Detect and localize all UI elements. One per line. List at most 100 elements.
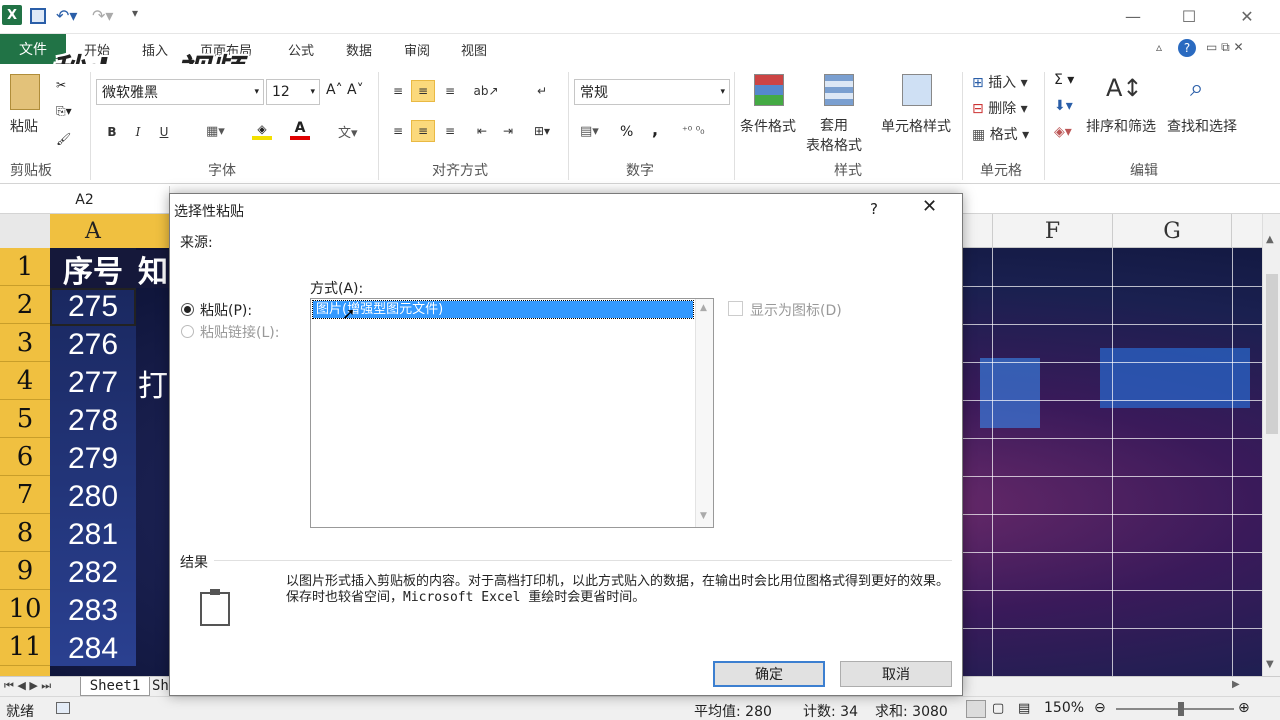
column-header-b[interactable] [136,214,170,248]
merge-center-icon[interactable]: ⊞▾ [530,120,554,142]
paste-radio-label[interactable]: 粘贴(P): [200,300,252,320]
conditional-format-icon[interactable] [754,74,784,106]
orientation-icon[interactable]: ab↗ [473,80,498,102]
cell-styles-button[interactable]: 单元格样式 [881,116,951,136]
sort-filter-icon[interactable]: A↕ [1106,74,1143,102]
cell-a7[interactable]: 280 [50,478,136,516]
tab-view[interactable]: 视图 [461,40,487,60]
scroll-thumb[interactable] [1266,274,1278,434]
paste-radio[interactable] [181,303,194,316]
font-color-icon[interactable]: A [290,120,310,140]
format-painter-icon[interactable]: 🖌 [56,132,71,146]
cell-styles-icon[interactable] [902,74,932,106]
column-header-a[interactable]: A [50,214,136,248]
row-header[interactable]: 3 [0,324,50,362]
cell-a2[interactable]: 275 [50,288,136,326]
list-item[interactable]: 图片(增强型图元文件) [312,300,694,319]
zoom-in-icon[interactable]: ⊕ [1238,700,1250,716]
vertical-scrollbar[interactable]: ▲ ▼ [1262,214,1280,676]
format-cells-button[interactable]: ▦ 格式 ▾ [972,124,1029,144]
cell-a8[interactable]: 281 [50,516,136,554]
list-scroll-up-icon[interactable]: ▲ [700,303,707,313]
paste-as-list[interactable]: 图片(增强型图元文件) ▲ ▼ [310,298,714,528]
name-box[interactable]: A2 [0,186,170,213]
number-format-dropdown[interactable]: 常规 ▾ [574,79,730,105]
sheet-tab-sheet1[interactable]: Sheet1 [80,677,150,696]
dialog-close-icon[interactable]: ✕ [922,196,937,217]
sheet-tab-partial[interactable]: Sh [152,678,169,694]
cell-a10[interactable]: 283 [50,592,136,630]
scroll-up-icon[interactable]: ▲ [1266,234,1274,245]
paste-button[interactable]: 粘贴 [10,116,38,136]
conditional-format-button[interactable]: 条件格式 [740,116,796,136]
align-middle-icon[interactable]: ≡ [411,80,435,102]
minimize-icon[interactable]: — [1118,4,1148,28]
zoom-level[interactable]: 150% [1044,700,1084,716]
row-header[interactable]: 9 [0,552,50,590]
find-select-button[interactable]: 查找和选择 [1167,116,1237,136]
cell-a3[interactable]: 276 [50,326,136,364]
clear-icon[interactable]: ◈▾ [1054,124,1072,140]
row-header[interactable]: 1 [0,248,50,286]
normal-view-icon[interactable] [966,700,986,718]
sheet-nav-icons[interactable]: ⏮ ◀ ▶ ⏭ [4,679,51,693]
cell-b1[interactable]: 知 [136,250,170,289]
list-scrollbar[interactable]: ▲ ▼ [695,299,713,527]
cell-a4[interactable]: 277 [50,364,136,402]
grow-font-icon[interactable]: A˄ A˅ [326,82,364,98]
fill-icon[interactable]: ⬇▾ [1054,98,1073,114]
format-as-table-button[interactable]: 套用 表格格式 [806,116,862,156]
paste-link-radio[interactable] [181,325,194,338]
percent-button[interactable]: % [620,124,633,140]
scroll-down-icon[interactable]: ▼ [1266,659,1274,670]
page-layout-view-icon[interactable]: ▢ [992,701,1004,716]
customize-qat-icon[interactable]: ▾ [132,6,138,20]
insert-cells-button[interactable]: ⊞ 插入 ▾ [972,72,1028,92]
align-right-icon[interactable]: ≡ [438,120,462,142]
row-header[interactable]: 6 [0,438,50,476]
column-header-f[interactable]: F [992,214,1112,248]
cell-a9[interactable]: 282 [50,554,136,592]
fill-color-icon[interactable]: ◈ [252,122,272,140]
align-top-icon[interactable]: ≡ [386,80,410,102]
align-bottom-icon[interactable]: ≡ [438,80,462,102]
sort-filter-button[interactable]: 排序和筛选 [1086,116,1156,136]
ok-button[interactable]: 确定 [713,661,825,687]
list-scroll-down-icon[interactable]: ▼ [700,511,707,521]
save-icon[interactable] [30,8,46,24]
tab-review[interactable]: 审阅 [404,40,430,60]
maximize-icon[interactable]: ☐ [1174,4,1204,28]
format-as-table-icon[interactable] [824,74,854,106]
collapse-ribbon-icon[interactable]: ▵ [1156,40,1162,54]
cut-icon[interactable]: ✂ [56,78,66,92]
zoom-slider[interactable] [1116,708,1234,710]
bold-button[interactable]: B [100,121,124,143]
tab-formulas[interactable]: 公式 [288,40,314,60]
zoom-slider-thumb[interactable] [1178,702,1184,716]
row-header[interactable]: 5 [0,400,50,438]
decrease-indent-icon[interactable]: ⇤ [470,120,494,142]
borders-icon[interactable]: ▦▾ [206,124,225,139]
align-left-icon[interactable]: ≡ [386,120,410,142]
row-header[interactable]: 11 [0,628,50,666]
help-icon[interactable]: ? [1178,39,1196,57]
macro-record-icon[interactable] [56,702,70,714]
ribbon-minimize-icon[interactable]: ▭ ⧉ ✕ [1206,40,1244,55]
cell-a1[interactable]: 序号 [50,250,136,289]
font-size-dropdown[interactable]: 12 ▾ [266,79,320,105]
undo-icon[interactable]: ↶▾ [56,6,77,25]
tab-data[interactable]: 数据 [346,40,372,60]
dialog-help-button[interactable]: ? [870,200,878,218]
paste-icon[interactable] [10,74,40,110]
row-header[interactable]: 10 [0,590,50,628]
row-header[interactable]: 8 [0,514,50,552]
cell-a11[interactable]: 284 [50,630,136,668]
font-name-dropdown[interactable]: 微软雅黑 ▾ [96,79,264,105]
comma-button[interactable]: , [652,120,658,139]
increase-indent-icon[interactable]: ⇥ [496,120,520,142]
column-header-g[interactable]: G [1112,214,1232,248]
select-all-corner[interactable] [0,214,50,248]
redo-icon[interactable]: ↷▾ [92,6,113,25]
cell-a5[interactable]: 278 [50,402,136,440]
underline-button[interactable]: U [152,121,176,143]
